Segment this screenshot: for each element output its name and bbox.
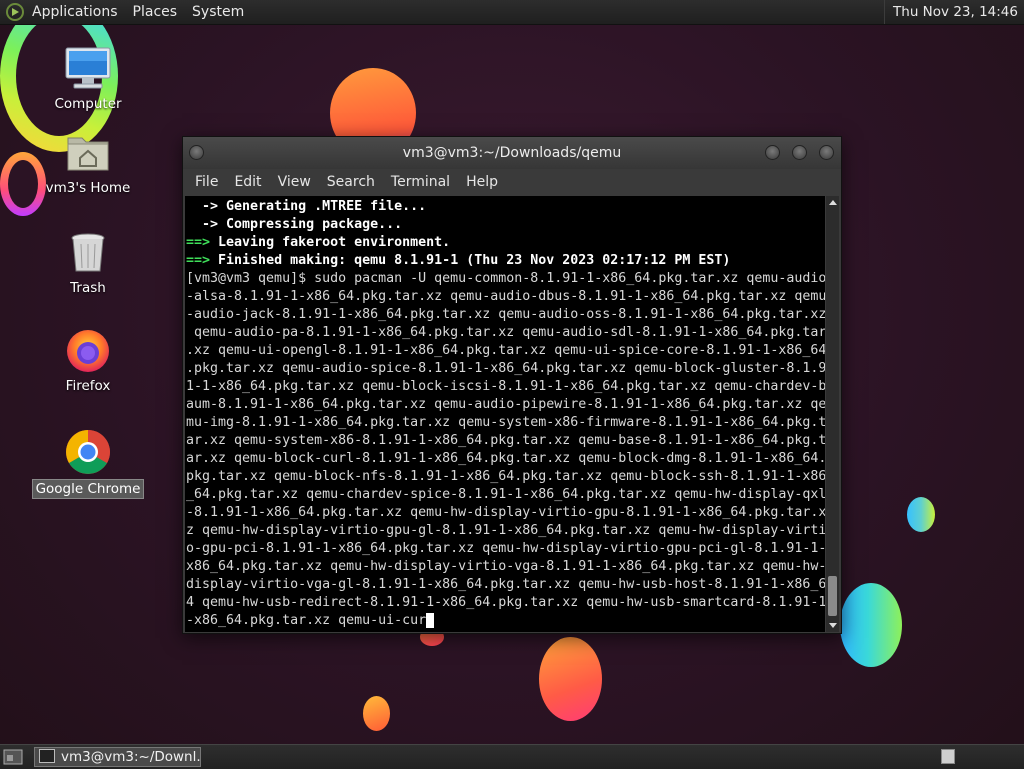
distro-logo-icon[interactable] [6, 3, 24, 21]
trash-icon [64, 228, 112, 276]
desktop-icon-firefox[interactable]: Firefox [28, 326, 148, 395]
terminal-command-line: 1-1-x86_64.pkg.tar.xz qemu-block-iscsi-8… [186, 379, 825, 394]
desktop-icon-home[interactable]: vm3's Home [28, 128, 148, 197]
maximize-button[interactable] [792, 145, 807, 160]
terminal-scrollbar[interactable] [826, 196, 839, 632]
taskbar-terminal-label: vm3@vm3:~/Downl... [61, 749, 201, 765]
wallpaper-small-bubble [363, 696, 390, 731]
terminal-command-line: -audio-jack-8.1.91-1-x86_64.pkg.tar.xz q… [186, 307, 825, 322]
home-folder-icon [64, 128, 112, 176]
window-titlebar[interactable]: vm3@vm3:~/Downloads/qemu [183, 137, 841, 169]
terminal-command-line: ar.xz qemu-block-curl-8.1.91-1-x86_64.pk… [186, 451, 825, 466]
desktop-icon-label: vm3's Home [45, 180, 131, 196]
desktop-icon-computer[interactable]: Computer [28, 44, 148, 113]
menu-file[interactable]: File [187, 169, 226, 195]
menu-search[interactable]: Search [319, 169, 383, 195]
wallpaper-blue-bubble-large [840, 583, 902, 667]
window-menu-icon[interactable] [189, 145, 204, 160]
menu-edit[interactable]: Edit [226, 169, 269, 195]
menu-view[interactable]: View [270, 169, 319, 195]
terminal-command-line: pkg.tar.xz qemu-block-nfs-8.1.91-1-x86_6… [186, 469, 825, 484]
menu-help[interactable]: Help [458, 169, 506, 195]
terminal-menubar: File Edit View Search Terminal Help [183, 169, 841, 195]
terminal-command-line: -8.1.91-1-x86_64.pkg.tar.xz qemu-hw-disp… [186, 505, 825, 520]
terminal-command-line: -alsa-8.1.91-1-x86_64.pkg.tar.xz qemu-au… [186, 289, 825, 304]
terminal-text: -> Generating .MTREE file... -> Compress… [186, 198, 825, 630]
terminal-command-line: .xz qemu-ui-opengl-8.1.91-1-x86_64.pkg.t… [186, 343, 825, 358]
workspace-switcher[interactable] [941, 749, 955, 764]
taskbar-terminal-button[interactable]: vm3@vm3:~/Downl... [34, 747, 201, 767]
terminal-line: ==> Leaving fakeroot environment. [186, 235, 451, 250]
terminal-command-line: -x86_64.pkg.tar.xz qemu-ui-cur [186, 613, 427, 628]
desktop-icon-label: Computer [54, 96, 122, 112]
terminal-command-line: aum-8.1.91-1-x86_64.pkg.tar.xz qemu-audi… [186, 397, 825, 412]
desktop-icon-chrome[interactable]: Google Chrome [28, 428, 148, 499]
show-desktop-icon[interactable] [3, 749, 23, 765]
terminal-command-line: ar.xz qemu-system-x86-8.1.91-1-x86_64.pk… [186, 433, 825, 448]
terminal-line: -> Generating .MTREE file... [186, 199, 427, 214]
terminal-command-line: x86_64.pkg.tar.xz qemu-hw-display-virtio… [186, 559, 825, 574]
terminal-line: ==> Finished making: qemu 8.1.91-1 (Thu … [186, 253, 731, 268]
desktop-icon-trash[interactable]: Trash [28, 228, 148, 297]
desktop-icon-label: Trash [70, 280, 106, 296]
scroll-down-arrow-icon[interactable] [829, 623, 837, 628]
menu-applications[interactable]: Applications [32, 4, 118, 20]
desktop-icon-label: Firefox [65, 378, 111, 394]
terminal-command-line: [vm3@vm3 qemu]$ sudo pacman -U qemu-comm… [186, 271, 825, 286]
wallpaper-blue-bubble-small [907, 497, 935, 532]
menu-terminal[interactable]: Terminal [383, 169, 458, 195]
terminal-icon [39, 749, 55, 763]
terminal-command-line: qemu-audio-pa-8.1.91-1-x86_64.pkg.tar.xz… [186, 325, 825, 340]
terminal-output[interactable]: -> Generating .MTREE file... -> Compress… [185, 196, 825, 632]
firefox-icon [64, 326, 112, 374]
desktop-icon-label: Google Chrome [31, 479, 145, 499]
window-title: vm3@vm3:~/Downloads/qemu [402, 145, 622, 161]
minimize-button[interactable] [765, 145, 780, 160]
terminal-window[interactable]: vm3@vm3:~/Downloads/qemu File Edit View … [182, 136, 842, 634]
terminal-command-line: .pkg.tar.xz qemu-audio-spice-8.1.91-1-x8… [186, 361, 825, 376]
scrollbar-thumb[interactable] [828, 576, 837, 616]
menu-system[interactable]: System [192, 4, 244, 20]
wallpaper-orange-bubble-bottom [539, 637, 602, 721]
top-panel: Applications Places System Thu Nov 23, 1… [0, 0, 1024, 25]
terminal-command-line: _64.pkg.tar.xz qemu-chardev-spice-8.1.91… [186, 487, 825, 502]
text-cursor [426, 613, 435, 628]
bottom-panel: vm3@vm3:~/Downl... [0, 744, 1024, 769]
close-button[interactable] [819, 145, 834, 160]
terminal-command-line: z qemu-hw-display-virtio-gpu-gl-8.1.91-1… [186, 523, 825, 538]
menu-places[interactable]: Places [133, 4, 178, 20]
terminal-command-line: o-gpu-pci-8.1.91-1-x86_64.pkg.tar.xz qem… [186, 541, 825, 556]
scroll-up-arrow-icon[interactable] [829, 200, 837, 205]
clock[interactable]: Thu Nov 23, 14:46 [884, 0, 1024, 24]
terminal-command-line: mu-img-8.1.91-1-x86_64.pkg.tar.xz qemu-s… [186, 415, 825, 430]
chrome-icon [64, 428, 112, 476]
terminal-command-line: 4 qemu-hw-usb-redirect-8.1.91-1-x86_64.p… [186, 595, 825, 610]
terminal-line: -> Compressing package... [186, 217, 403, 232]
computer-icon [64, 44, 112, 92]
terminal-command-line: display-virtio-vga-gl-8.1.91-1-x86_64.pk… [186, 577, 825, 592]
